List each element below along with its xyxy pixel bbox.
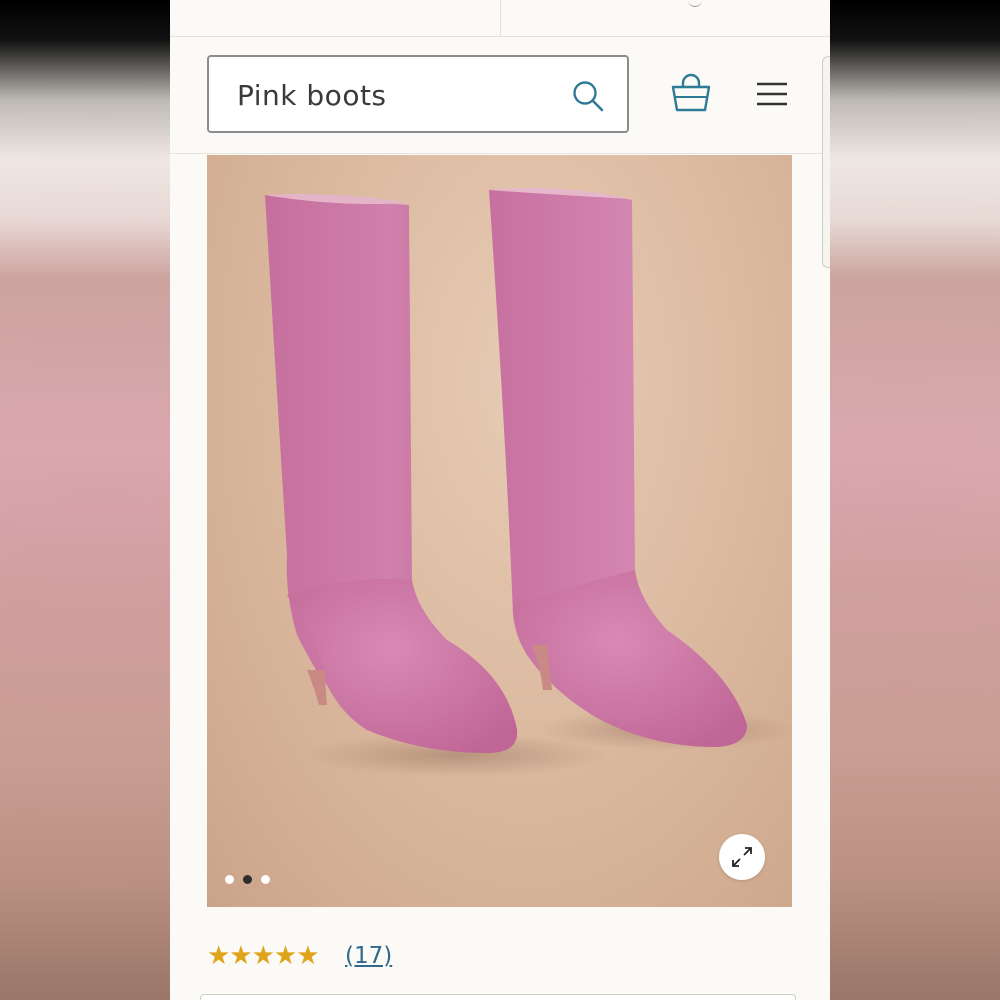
- expand-icon: [732, 847, 752, 867]
- product-page: ★★★★★ (17): [170, 0, 830, 1000]
- site-header: [170, 37, 830, 154]
- search-icon[interactable]: [571, 79, 605, 113]
- pink-boots-illustration: [265, 187, 792, 777]
- shopping-bag-icon[interactable]: [670, 73, 712, 113]
- star-rating: ★★★★★: [207, 941, 320, 971]
- product-image[interactable]: [207, 155, 792, 907]
- adjacent-panel-edge: [822, 56, 830, 268]
- top-strip: [170, 0, 830, 37]
- review-count-link[interactable]: (17): [345, 940, 392, 972]
- hamburger-menu-icon[interactable]: [756, 81, 788, 107]
- search-box[interactable]: [207, 55, 629, 133]
- next-section-card: [200, 994, 796, 1000]
- gallery-dot-1[interactable]: [225, 875, 234, 884]
- top-divider: [500, 0, 501, 36]
- search-input[interactable]: [209, 57, 579, 133]
- expand-image-button[interactable]: [719, 834, 765, 880]
- gallery-dot-3[interactable]: [261, 875, 270, 884]
- logo-fragment: [688, 0, 702, 7]
- gallery-dot-2[interactable]: [243, 875, 252, 884]
